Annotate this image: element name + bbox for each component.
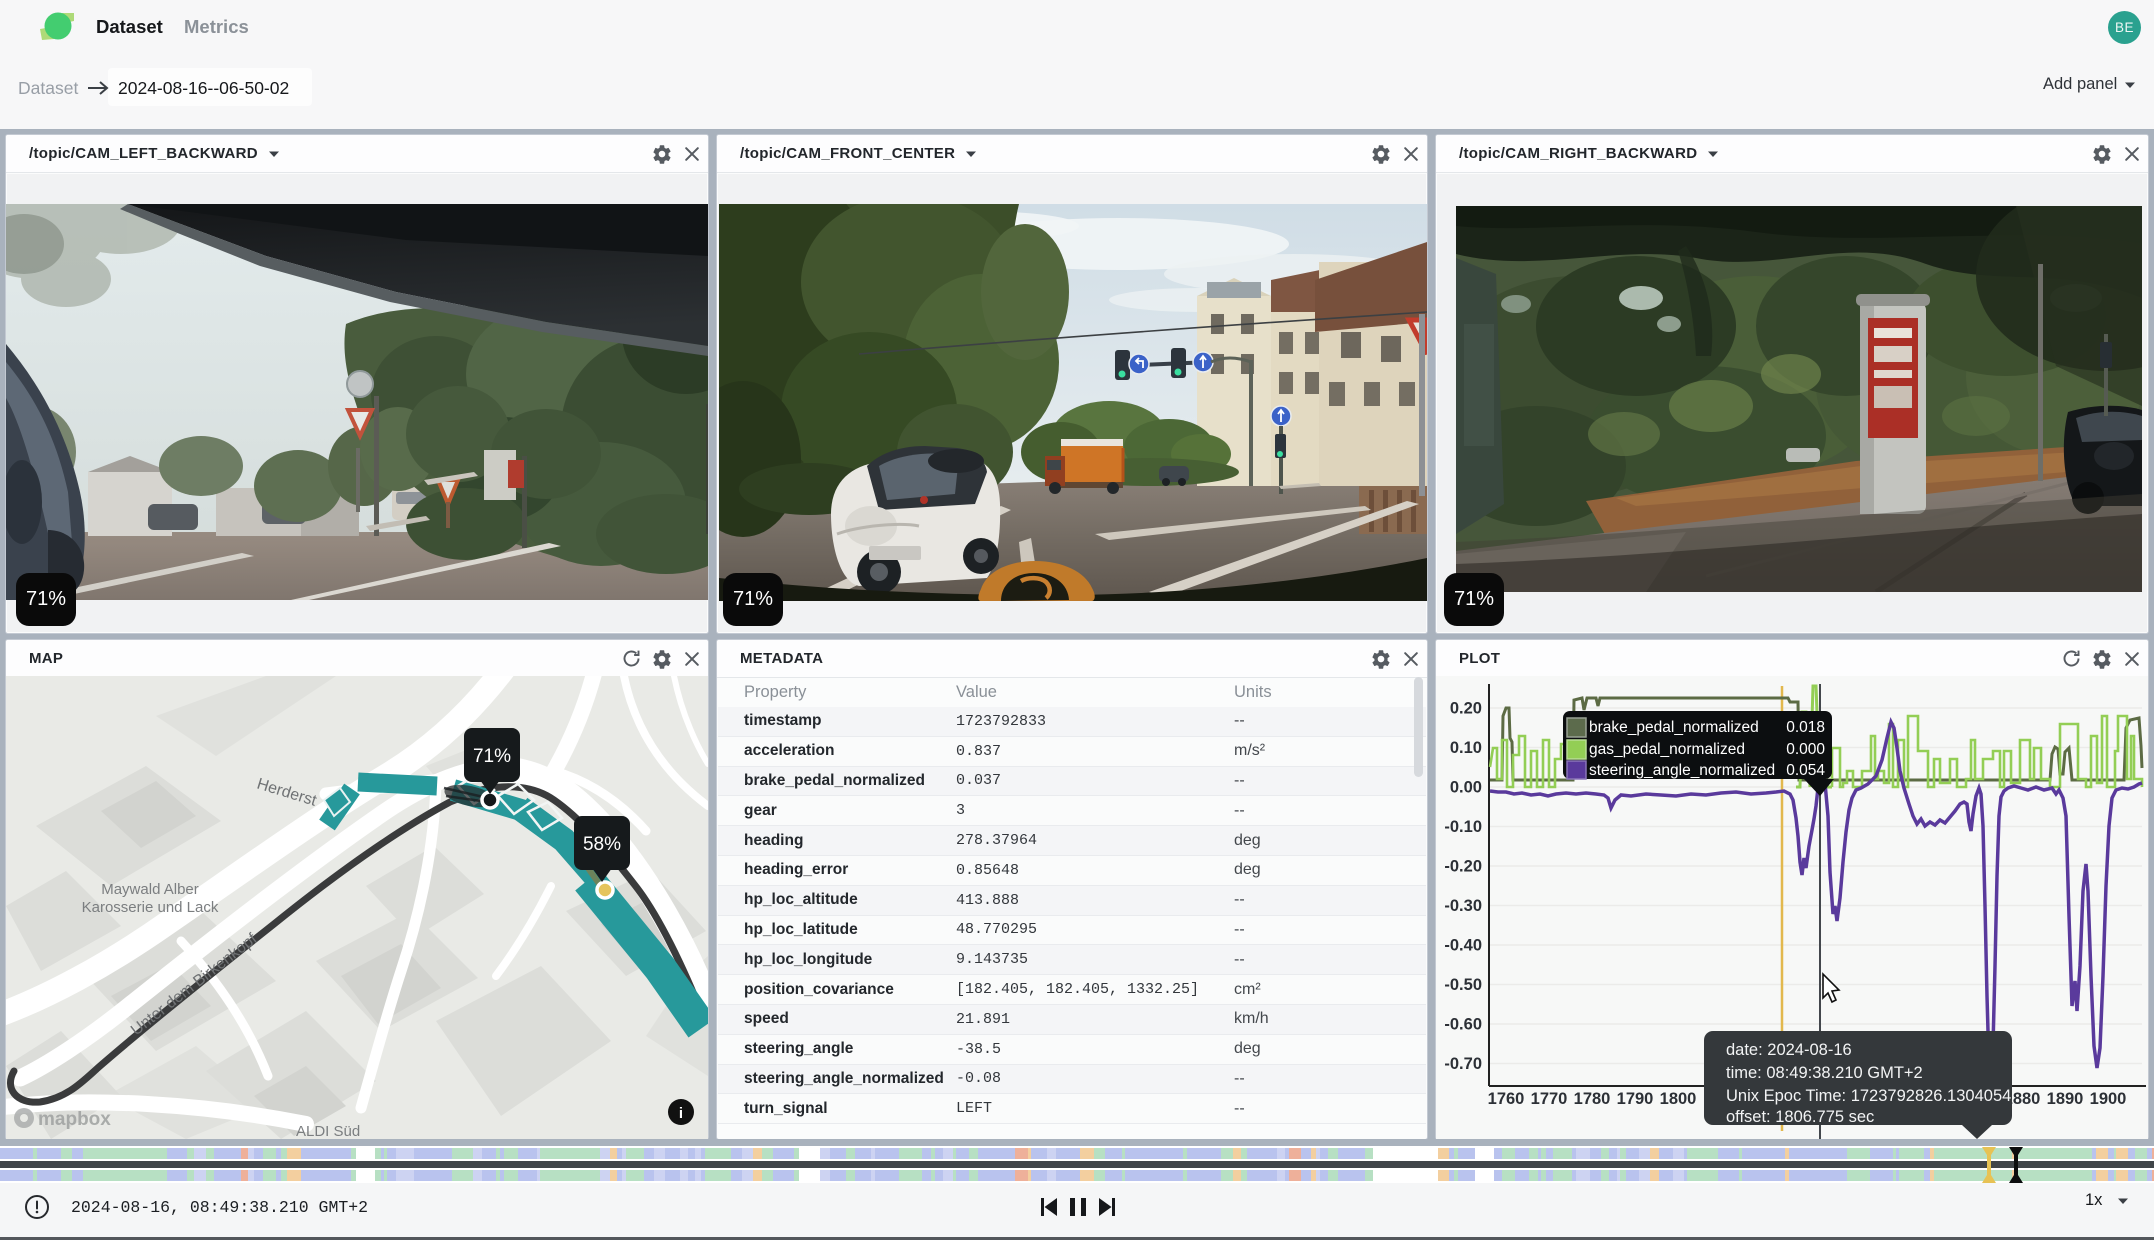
svg-text:mapbox: mapbox [38,1109,111,1130]
svg-text:1890: 1890 [2047,1090,2084,1108]
svg-text:-0.50: -0.50 [1444,976,1482,994]
svg-text:-0.20: -0.20 [1444,858,1482,876]
svg-text:ALDI Süd: ALDI Süd [296,1123,360,1139]
svg-text:71%: 71% [473,746,511,767]
svg-text:-0.60: -0.60 [1444,1016,1482,1034]
svg-text:-0.70: -0.70 [1444,1055,1482,1073]
svg-text:brake_pedal_normalized: brake_pedal_normalized [1589,719,1759,736]
svg-text:-0.10: -0.10 [1444,818,1482,836]
svg-text:1790: 1790 [1617,1090,1654,1108]
svg-text:1800: 1800 [1660,1090,1697,1108]
svg-text:gas_pedal_normalized: gas_pedal_normalized [1589,741,1745,758]
svg-text:0.000: 0.000 [1786,741,1825,758]
svg-text:1900: 1900 [2090,1090,2127,1108]
svg-text:steering_angle_normalized: steering_angle_normalized [1589,762,1775,779]
svg-text:0.10: 0.10 [1450,739,1482,757]
svg-text:-0.30: -0.30 [1444,897,1482,915]
svg-text:1760: 1760 [1488,1090,1525,1108]
svg-text:time: 08:49:38.210 GMT+2: time: 08:49:38.210 GMT+2 [1726,1064,1923,1082]
svg-text:i: i [679,1105,683,1122]
svg-text:0.00: 0.00 [1450,779,1482,797]
svg-text:Karosserie und Lack: Karosserie und Lack [82,899,219,916]
svg-text:offset: 1806.775 sec: offset: 1806.775 sec [1726,1108,1874,1126]
svg-text:1770: 1770 [1531,1090,1568,1108]
svg-text:date: 2024-08-16: date: 2024-08-16 [1726,1041,1852,1059]
svg-text:Unix Epoc Time: 1723792826.130: Unix Epoc Time: 1723792826.1304054 [1726,1087,2011,1105]
svg-text:0.018: 0.018 [1786,719,1825,736]
svg-text:-0.40: -0.40 [1444,937,1482,955]
svg-text:0.20: 0.20 [1450,700,1482,718]
svg-text:Maywald Alber: Maywald Alber [101,881,199,898]
svg-text:58%: 58% [583,834,621,855]
svg-text:1780: 1780 [1574,1090,1611,1108]
svg-text:0.054: 0.054 [1786,762,1825,779]
